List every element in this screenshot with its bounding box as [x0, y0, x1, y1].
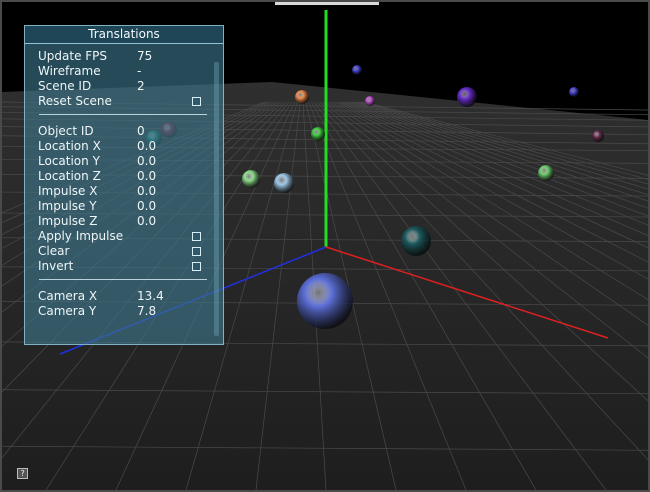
- sphere-6[interactable]: [295, 90, 309, 104]
- value-impulse-x[interactable]: 0.0: [137, 184, 156, 199]
- row-clear[interactable]: Clear: [38, 244, 208, 259]
- label-wireframe: Wireframe: [38, 64, 101, 78]
- value-update-fps[interactable]: 75: [137, 49, 152, 64]
- label-camera-y: Camera Y: [38, 304, 97, 318]
- row-update-fps: Update FPS 75: [38, 49, 208, 64]
- row-location-z: Location Z 0.0: [38, 169, 208, 184]
- value-object-id[interactable]: 0: [137, 124, 145, 139]
- row-reset-scene[interactable]: Reset Scene: [38, 94, 208, 109]
- panel-title[interactable]: Translations: [25, 26, 223, 44]
- sphere-9[interactable]: [352, 65, 362, 75]
- row-invert[interactable]: Invert: [38, 259, 208, 274]
- clear-checkbox[interactable]: [192, 247, 201, 256]
- apply-impulse-checkbox[interactable]: [192, 232, 201, 241]
- row-apply-impulse[interactable]: Apply Impulse: [38, 229, 208, 244]
- translations-panel: Translations Update FPS 75 Wireframe - Scene…: [24, 25, 224, 345]
- value-location-x[interactable]: 0.0: [137, 139, 156, 154]
- row-camera-x: Camera X 13.4: [38, 289, 208, 304]
- label-invert: Invert: [38, 259, 74, 273]
- label-reset-scene: Reset Scene: [38, 94, 112, 108]
- row-camera-y: Camera Y 7.8: [38, 304, 208, 319]
- sphere-0[interactable]: [297, 273, 353, 329]
- row-location-y: Location Y 0.0: [38, 154, 208, 169]
- label-update-fps: Update FPS: [38, 49, 108, 63]
- label-location-z: Location Z: [38, 169, 101, 183]
- viewport-frame: Translations Update FPS 75 Wireframe - Scene…: [0, 0, 650, 492]
- label-location-y: Location Y: [38, 154, 100, 168]
- window-top-notch: [275, 2, 379, 5]
- value-wireframe[interactable]: -: [137, 64, 141, 79]
- label-clear: Clear: [38, 244, 70, 258]
- sphere-10[interactable]: [569, 87, 579, 97]
- label-apply-impulse: Apply Impulse: [38, 229, 124, 243]
- help-icon[interactable]: ?: [17, 468, 28, 479]
- value-location-y[interactable]: 0.0: [137, 154, 156, 169]
- value-camera-x[interactable]: 13.4: [137, 289, 164, 304]
- row-object-id: Object ID 0: [38, 124, 208, 139]
- value-location-z[interactable]: 0.0: [137, 169, 156, 184]
- label-impulse-z: Impulse Z: [38, 214, 98, 228]
- row-wireframe: Wireframe -: [38, 64, 208, 79]
- sphere-7[interactable]: [365, 96, 375, 106]
- sphere-11[interactable]: [592, 130, 604, 142]
- label-impulse-y: Impulse Y: [38, 199, 97, 213]
- sphere-5[interactable]: [311, 127, 325, 141]
- value-camera-y[interactable]: 7.8: [137, 304, 156, 319]
- panel-scrollbar[interactable]: [214, 62, 219, 336]
- row-impulse-z: Impulse Z 0.0: [38, 214, 208, 229]
- row-impulse-y: Impulse Y 0.0: [38, 199, 208, 214]
- label-impulse-x: Impulse X: [38, 184, 98, 198]
- label-camera-x: Camera X: [38, 289, 98, 303]
- panel-separator: [39, 114, 207, 115]
- sphere-4[interactable]: [538, 165, 554, 181]
- panel-separator: [39, 279, 207, 280]
- label-object-id: Object ID: [38, 124, 94, 138]
- sphere-1[interactable]: [401, 226, 431, 256]
- label-scene-id: Scene ID: [38, 79, 92, 93]
- invert-checkbox[interactable]: [192, 262, 201, 271]
- sphere-3[interactable]: [242, 170, 260, 188]
- value-impulse-z[interactable]: 0.0: [137, 214, 156, 229]
- value-impulse-y[interactable]: 0.0: [137, 199, 156, 214]
- sphere-8[interactable]: [457, 87, 477, 107]
- value-scene-id[interactable]: 2: [137, 79, 145, 94]
- reset-scene-checkbox[interactable]: [192, 97, 201, 106]
- row-impulse-x: Impulse X 0.0: [38, 184, 208, 199]
- row-location-x: Location X 0.0: [38, 139, 208, 154]
- sphere-2[interactable]: [274, 173, 294, 193]
- label-location-x: Location X: [38, 139, 101, 153]
- row-scene-id: Scene ID 2: [38, 79, 208, 94]
